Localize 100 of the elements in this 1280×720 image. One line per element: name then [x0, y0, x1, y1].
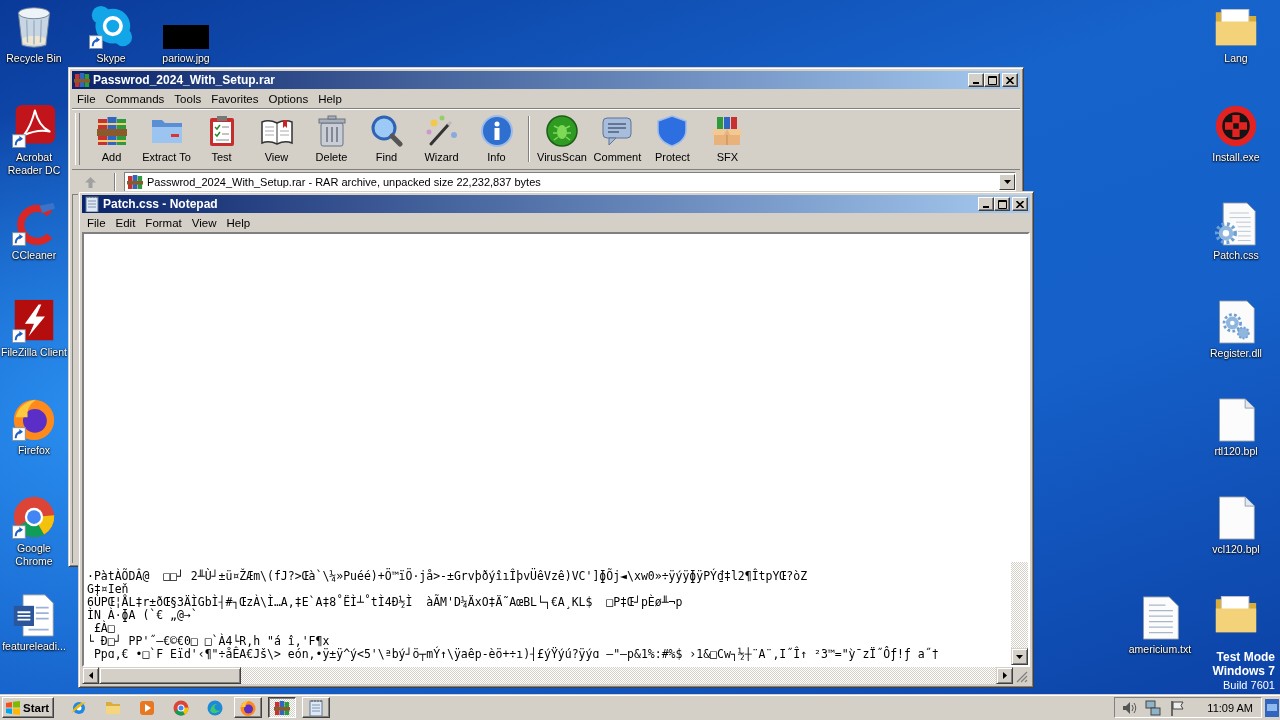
vertical-scrollbar[interactable]	[1011, 562, 1028, 665]
size-grip-icon[interactable]	[1016, 671, 1028, 683]
desktop-icon-label[interactable]: Recycle Bin	[6, 52, 62, 65]
path-field[interactable]: Passwrod_2024_With_Setup.rar - RAR archive, unpacked size 22,232,837 bytes	[124, 172, 1016, 192]
menu-item[interactable]: Favorites	[206, 92, 264, 105]
desktop-icon-label[interactable]: americium.txt	[1128, 643, 1192, 656]
minimize-button[interactable]	[978, 197, 994, 211]
bug-scan-icon	[545, 115, 578, 147]
menu-item[interactable]: Tools	[169, 92, 207, 105]
maximize-icon	[987, 75, 997, 85]
globe-icon[interactable]	[71, 699, 87, 716]
os-notice-text: Build 7601	[1223, 678, 1275, 692]
desktop-icon-label[interactable]: Register.dll	[1210, 347, 1262, 360]
menu-item[interactable]: Edit	[110, 216, 141, 229]
network-icon[interactable]	[1145, 699, 1162, 716]
menu-item[interactable]: Format	[140, 216, 187, 229]
menu-item[interactable]: Help	[221, 216, 256, 229]
minimize-icon	[973, 82, 979, 84]
horizontal-scrollbar[interactable]	[82, 667, 1013, 684]
dropdown-button[interactable]	[999, 174, 1015, 190]
toolbar-button[interactable]: Wizard	[414, 110, 469, 168]
toolbar-button[interactable]: Extract To	[139, 110, 194, 168]
desktop-icon-label[interactable]: pariow.jpg	[162, 52, 210, 65]
up-arrow-icon	[84, 176, 96, 188]
maximize-button[interactable]	[984, 73, 1000, 87]
flame-globe-icon[interactable]	[12, 397, 56, 441]
menu-item[interactable]: View	[186, 216, 222, 229]
toolbar-button[interactable]: Protect	[644, 110, 700, 168]
desktop-icon-label[interactable]: Lang	[1224, 52, 1248, 65]
info-icon	[480, 115, 513, 147]
round-logo-icon[interactable]	[89, 5, 133, 49]
toolbar-button[interactable]: Find	[359, 110, 414, 168]
close-button[interactable]	[1002, 73, 1018, 87]
scroll-right-button[interactable]	[996, 667, 1013, 684]
start-button[interactable]: Start	[2, 697, 54, 718]
trash-can-icon	[315, 115, 348, 147]
os-notice-text: Test Mode	[1216, 650, 1275, 664]
round-browser-icon[interactable]	[173, 699, 189, 716]
toolbar-button[interactable]: Test	[194, 110, 249, 168]
round-browser-icon[interactable]	[12, 495, 56, 539]
desktop-icon-label[interactable]: rtl120.bpl	[1214, 445, 1258, 458]
books-stack-icon	[74, 72, 90, 88]
menu-item[interactable]: Commands	[100, 92, 170, 105]
comment-bubble-icon	[601, 115, 634, 147]
desktop-icon-label[interactable]: Firefox	[17, 444, 51, 457]
toolbar-button[interactable]: View	[249, 110, 304, 168]
flag-icon[interactable]	[1169, 699, 1186, 716]
toolbar-button[interactable]: Add	[84, 110, 139, 168]
flame-globe-icon	[240, 699, 256, 716]
desktop-icon-label[interactable]: FileZilla Client	[1, 346, 67, 359]
desktop-icon-label[interactable]: featureleadi...	[2, 640, 66, 653]
flag-logo-icon	[5, 699, 21, 716]
books-stack-icon	[127, 174, 143, 190]
shield-icon	[656, 115, 689, 147]
text-line: └ Ð□┘ PP'˝–€©€0□ □`À4└R,h "á î,'F¶x	[87, 635, 330, 648]
maximize-button[interactable]	[994, 197, 1010, 211]
close-button[interactable]	[1012, 197, 1028, 211]
menu-item[interactable]: Options	[263, 92, 314, 105]
minimize-button[interactable]	[968, 73, 984, 87]
menu-item[interactable]: File	[72, 92, 101, 105]
media-player-icon[interactable]	[139, 699, 155, 716]
box-icon	[711, 115, 744, 147]
magic-wand-icon	[425, 115, 458, 147]
text-line: G‡¤Ieň	[87, 583, 129, 596]
clock[interactable]: 11:09 AM	[1207, 701, 1253, 714]
left-arrow-icon	[88, 672, 93, 679]
window-title: Patch.css - Notepad	[103, 197, 219, 211]
caret-icon	[1003, 180, 1011, 184]
toolbar-button[interactable]: Delete	[304, 110, 359, 168]
desktop-icon-label[interactable]: vcl120.bpl	[1212, 543, 1260, 556]
desktop-icon-label[interactable]: Install.exe	[1212, 151, 1260, 164]
menu-item[interactable]: Help	[313, 92, 347, 105]
text-line: ·PàtÀÕDÂ@ □□┘ 2╨Ù┘±ü¤ŽÆm\(fJ?>Œà`\¼»Puéé)+Ö™ïÖ·jå>-±GrvþðýîıÎþvÜêVzê)VC']ɸÕj◄\xw0»÷ÿýÿɸÿPÝ₫‡l2¶ÎtpYŒ?òZ	[87, 570, 808, 583]
scroll-thumb[interactable]	[99, 667, 241, 684]
desktop-icon-label[interactable]: Skype	[96, 52, 126, 65]
toolbar-button[interactable]: VirusScan	[534, 110, 590, 168]
books-stack-icon	[95, 115, 128, 147]
desktop-icon-label[interactable]: Acrobat Reader DC	[0, 151, 68, 177]
ring-icon[interactable]	[1214, 104, 1258, 148]
desktop-icon-label[interactable]: Patch.css	[1213, 249, 1259, 262]
os-notice-text: Windows 7	[1212, 664, 1275, 678]
scroll-down-button[interactable]	[1011, 648, 1028, 665]
lightning-tile-icon[interactable]	[12, 299, 56, 343]
document-icon[interactable]	[12, 593, 56, 637]
maximize-icon	[997, 199, 1007, 209]
show-desktop-icon[interactable]	[1265, 698, 1279, 717]
arc-brush-icon[interactable]	[12, 202, 56, 246]
gear-document-icon[interactable]	[1214, 202, 1258, 246]
close-icon	[1006, 76, 1014, 84]
desktop-icon-label[interactable]: Google Chrome	[0, 542, 68, 568]
scroll-left-button[interactable]	[82, 667, 99, 684]
image-thumbnail[interactable]	[163, 25, 209, 49]
toolbar-button[interactable]: Info	[469, 110, 524, 168]
toolbar-button[interactable]: SFX	[699, 110, 755, 168]
menu-item[interactable]: File	[82, 216, 111, 229]
desktop-icon-label[interactable]: CCleaner	[11, 249, 57, 262]
taskbar-button[interactable]	[268, 697, 296, 718]
toolbar-button[interactable]: Comment	[589, 110, 645, 168]
text-line: 6ÙPŒ¦ÅL‡r±ðŒ§3ÄÌGbÌ┤#┐ŒzÀ\Ì…A,‡E`A‡8˚ËÌ┴˚tÌ4Ð½Ì àÃM'D¼ÄxO‡Ä˜AœBL└┐€A¸KL$ □P‡Œ┘pÈø╨¬p	[87, 596, 683, 609]
pdf-swirl-icon[interactable]	[12, 104, 56, 148]
